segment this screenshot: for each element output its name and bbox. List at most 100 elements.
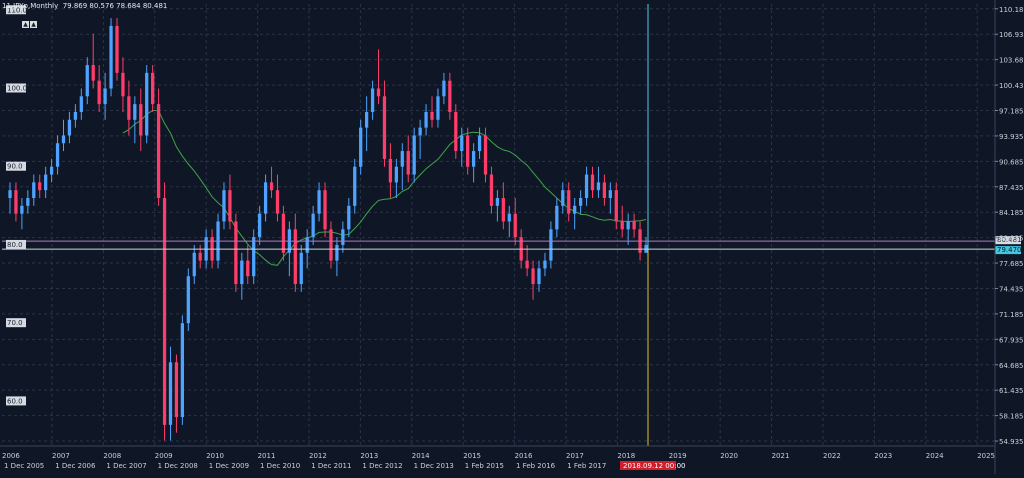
chart-header: 11.JPYp,Monthly 79.869 80.576 78.684 80.… [2,2,167,10]
year-label: 2008 [103,452,121,460]
candle-body [620,221,624,230]
year-label: 2024 [926,452,944,460]
year-label: 2019 [669,452,687,460]
year-label: 2013 [360,452,378,460]
candle-body [44,174,48,191]
candle-body [412,135,416,175]
candle-body [252,237,256,277]
candle-body [127,96,131,120]
candle-body [281,213,286,253]
candle-body [632,221,636,230]
candle-body [85,65,89,97]
header-buttons: ▲ ▲ [22,11,38,30]
candle-body [418,127,422,136]
candle-body [156,104,161,199]
price-tick-label: 100.435 [999,82,1024,90]
symbol-prefix: 11. [2,2,14,10]
candle-body [614,190,618,222]
candle-body [573,205,577,214]
year-label: 2012 [309,452,327,460]
candle-body [376,88,381,97]
date-label: 1 Dec 2006 [55,462,96,470]
candle-body [151,72,155,105]
candle-body [359,127,363,167]
candle-body [73,111,78,120]
candle-body [424,111,428,128]
price-chart[interactable]: 80.48179.4702018.09.12 00:00 110.185106.… [0,0,1024,474]
candle-body [471,151,476,167]
current-date-label: 2018.09.12 00:00 [623,462,685,470]
date-label: 1 Dec 2009 [209,462,249,470]
scale-up-button[interactable]: ▲ [22,21,29,28]
candle-body [323,190,327,230]
price-tick-label: 54.935 [999,438,1024,446]
year-label: 2014 [412,452,430,460]
candle-body [38,182,42,191]
candle-body [353,166,357,206]
candle-body [311,213,315,238]
candle-body [448,80,452,112]
price-tick-label: 61.435 [999,387,1024,395]
candle-body [602,182,607,199]
candle-body [139,104,143,136]
date-label: 1 Feb 2017 [567,462,606,470]
chart-canvas[interactable]: 80.48179.4702018.09.12 00:00 110.185106.… [0,0,1024,474]
level-label: 70.0 [7,319,23,327]
candle-body [590,174,595,191]
candle-body [483,135,488,175]
level-label: 90.0 [7,163,23,171]
candle-body [347,205,351,230]
candle-body [55,143,60,167]
candle-body [192,252,196,277]
candle-body [341,229,345,245]
date-label: 1 Dec 2007 [106,462,146,470]
price-tick-label: 77.685 [999,260,1024,268]
year-label: 2011 [258,452,276,460]
year-label: 2007 [52,452,70,460]
price-tick-label: 110.185 [999,6,1024,14]
level-label: 100.0 [7,84,27,92]
year-label: 2023 [874,452,892,460]
candle-body [460,135,464,152]
candle-body [596,182,601,191]
year-label: 2021 [772,452,790,460]
scale-down-button[interactable]: ▲ [30,21,37,28]
candle-body [549,229,553,261]
candle-body [513,213,517,238]
candle-body [263,182,268,214]
candle-body [394,166,398,183]
year-label: 2009 [155,452,173,460]
candle-body [442,80,446,97]
candle-body [109,25,113,89]
date-label: 1 Dec 2011 [311,462,351,470]
candle-body [198,252,202,261]
candle-body [8,190,12,199]
year-label: 2010 [206,452,224,460]
level-label: 60.0 [7,397,23,405]
candle-body [168,362,173,425]
price-tick-label: 97.185 [999,108,1024,116]
candle-body [240,260,244,285]
candle-body [293,229,297,285]
candle-body [26,198,30,206]
candle-body [626,221,630,230]
candle-body [246,260,250,277]
year-label: 2015 [463,452,481,460]
year-label: 2020 [720,452,738,460]
candle-body [430,111,434,120]
year-label: 2025 [977,452,995,460]
price-label-2: 79.470 [997,246,1022,254]
candle-body [555,205,559,230]
date-label: 1 Dec 2012 [362,462,402,470]
candle-body [145,72,149,136]
price-tick-label: 67.935 [999,336,1024,344]
candle-body [79,96,83,112]
candle-body [466,135,470,167]
price-tick-label: 103.685 [999,57,1024,65]
candle-body [436,96,440,120]
candle-body [162,198,167,425]
candle-body [97,80,101,105]
price-tick-label: 64.685 [999,362,1024,370]
price-tick-label: 74.435 [999,285,1024,293]
candle-body [507,213,511,222]
